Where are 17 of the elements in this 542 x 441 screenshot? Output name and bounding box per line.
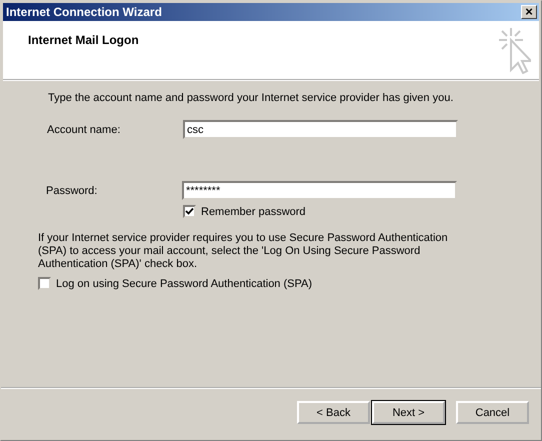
field-label: Account name: [47, 124, 122, 136]
window-title: Internet Connection Wizard [6, 5, 162, 19]
wizard-button[interactable]: Next > [372, 401, 445, 424]
close-button[interactable]: × [521, 5, 537, 19]
checkbox[interactable] [38, 277, 51, 290]
page-title: Internet Mail Logon [28, 33, 139, 49]
wizard-button[interactable]: Cancel [456, 401, 529, 424]
cursor-sparkle-icon [497, 26, 531, 74]
info-text: If your Internet service provider requires you to use Secure Password Authentication (SPA) to access your mail account, select the 'Log On Using Secure Password Authentication (SPA)' check box. [38, 232, 449, 271]
input-field[interactable]: ******** [182, 181, 457, 200]
checkbox[interactable] [183, 205, 196, 218]
instruction-text: Type the account name and password your Internet service provider has given you. [48, 92, 454, 104]
wizard-button[interactable]: < Back [297, 401, 370, 424]
checkbox-label[interactable]: Remember password [201, 206, 306, 218]
input-field[interactable]: csc [183, 120, 458, 139]
checkbox-label[interactable]: Log on using Secure Password Authentication (SPA) [56, 278, 312, 290]
field-label: Password: [46, 184, 98, 196]
